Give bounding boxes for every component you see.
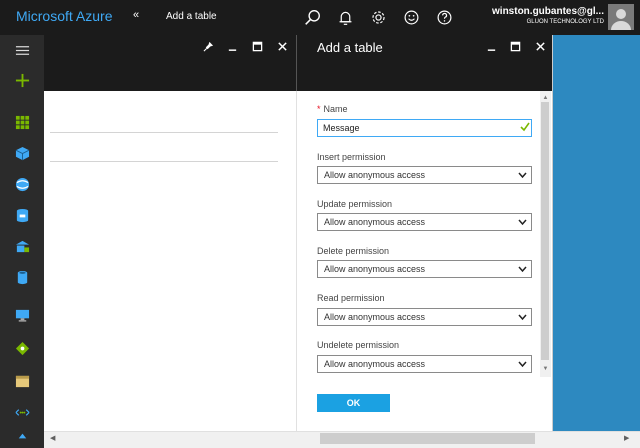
ok-button[interactable]: OK [317, 394, 390, 412]
blade1-content [44, 91, 296, 431]
name-label-text: Name [323, 104, 348, 114]
close-icon[interactable] [275, 39, 289, 53]
select-value: Allow anonymous access [324, 312, 426, 322]
scroll-down-icon[interactable]: ▼ [541, 364, 550, 373]
update-permission-select[interactable]: Allow anonymous access [317, 213, 532, 231]
dashboard-icon[interactable] [0, 107, 44, 137]
database-icon[interactable] [0, 262, 44, 292]
chevron-down-icon [518, 266, 527, 273]
virtual-machine-icon[interactable] [0, 300, 44, 330]
delete-permission-select[interactable]: Allow anonymous access [317, 260, 532, 278]
feedback-icon[interactable] [395, 0, 428, 35]
pin-icon[interactable] [201, 39, 215, 53]
storage-icon[interactable] [0, 231, 44, 261]
update-permission-label: Update permission [317, 199, 393, 209]
name-label: * Name [317, 104, 348, 114]
name-input[interactable] [317, 119, 532, 137]
undelete-permission-select[interactable]: Allow anonymous access [317, 355, 532, 373]
read-permission-select[interactable]: Allow anonymous access [317, 308, 532, 326]
user-org: GLUON TECHNOLOGY LTD [526, 19, 604, 25]
sql-icon[interactable] [0, 200, 44, 230]
marketplace-icon[interactable] [0, 333, 44, 363]
sidebar [0, 35, 44, 448]
brand-title[interactable]: Microsoft Azure [16, 8, 112, 24]
hamburger-icon[interactable] [0, 35, 44, 65]
maximize-icon[interactable] [250, 39, 264, 53]
top-bar: Microsoft Azure « Add a table winston.gu… [0, 0, 640, 35]
network-icon[interactable] [0, 397, 44, 427]
collapse-icon[interactable]: « [133, 9, 139, 21]
blade-title: Add a table [317, 40, 383, 55]
user-name: winston.gubantes@gl... [492, 6, 604, 17]
select-value: Allow anonymous access [324, 359, 426, 369]
scroll-right-icon[interactable]: ▶ [624, 434, 634, 444]
select-value: Allow anonymous access [324, 170, 426, 180]
search-icon[interactable] [296, 0, 329, 35]
undelete-permission-label: Undelete permission [317, 340, 400, 350]
breadcrumb[interactable]: Add a table [166, 11, 217, 22]
valid-check-icon [520, 122, 530, 132]
chevron-down-icon [518, 314, 527, 321]
maximize-icon[interactable] [508, 39, 522, 53]
settings-icon[interactable] [362, 0, 395, 35]
browser-icon[interactable] [0, 366, 44, 396]
web-icon[interactable] [0, 169, 44, 199]
notifications-icon[interactable] [329, 0, 362, 35]
avatar[interactable] [608, 4, 634, 30]
scroll-left-icon[interactable]: ◀ [50, 434, 60, 444]
select-value: Allow anonymous access [324, 264, 426, 274]
read-permission-label: Read permission [317, 293, 385, 303]
required-marker: * [317, 104, 321, 114]
insert-permission-select[interactable]: Allow anonymous access [317, 166, 532, 184]
select-value: Allow anonymous access [324, 217, 426, 227]
scrollbar-thumb[interactable] [320, 433, 535, 444]
insert-permission-label: Insert permission [317, 152, 386, 162]
chevron-down-icon [518, 219, 527, 226]
minimize-icon[interactable] [484, 39, 498, 53]
portal-background [553, 35, 640, 431]
more-icon[interactable] [0, 425, 44, 445]
scroll-up-icon[interactable]: ▲ [541, 93, 550, 102]
close-icon[interactable] [533, 39, 547, 53]
user-menu[interactable]: winston.gubantes@gl... GLUON TECHNOLOGY … [472, 6, 604, 25]
help-icon[interactable] [428, 0, 461, 35]
scrollbar-thumb[interactable] [541, 102, 549, 360]
new-icon[interactable] [0, 65, 44, 95]
minimize-icon[interactable] [225, 39, 239, 53]
delete-permission-label: Delete permission [317, 246, 390, 256]
chevron-down-icon [518, 172, 527, 179]
chevron-down-icon [518, 361, 527, 368]
divider [50, 161, 278, 162]
resource-icon[interactable] [0, 138, 44, 168]
divider [50, 132, 278, 133]
